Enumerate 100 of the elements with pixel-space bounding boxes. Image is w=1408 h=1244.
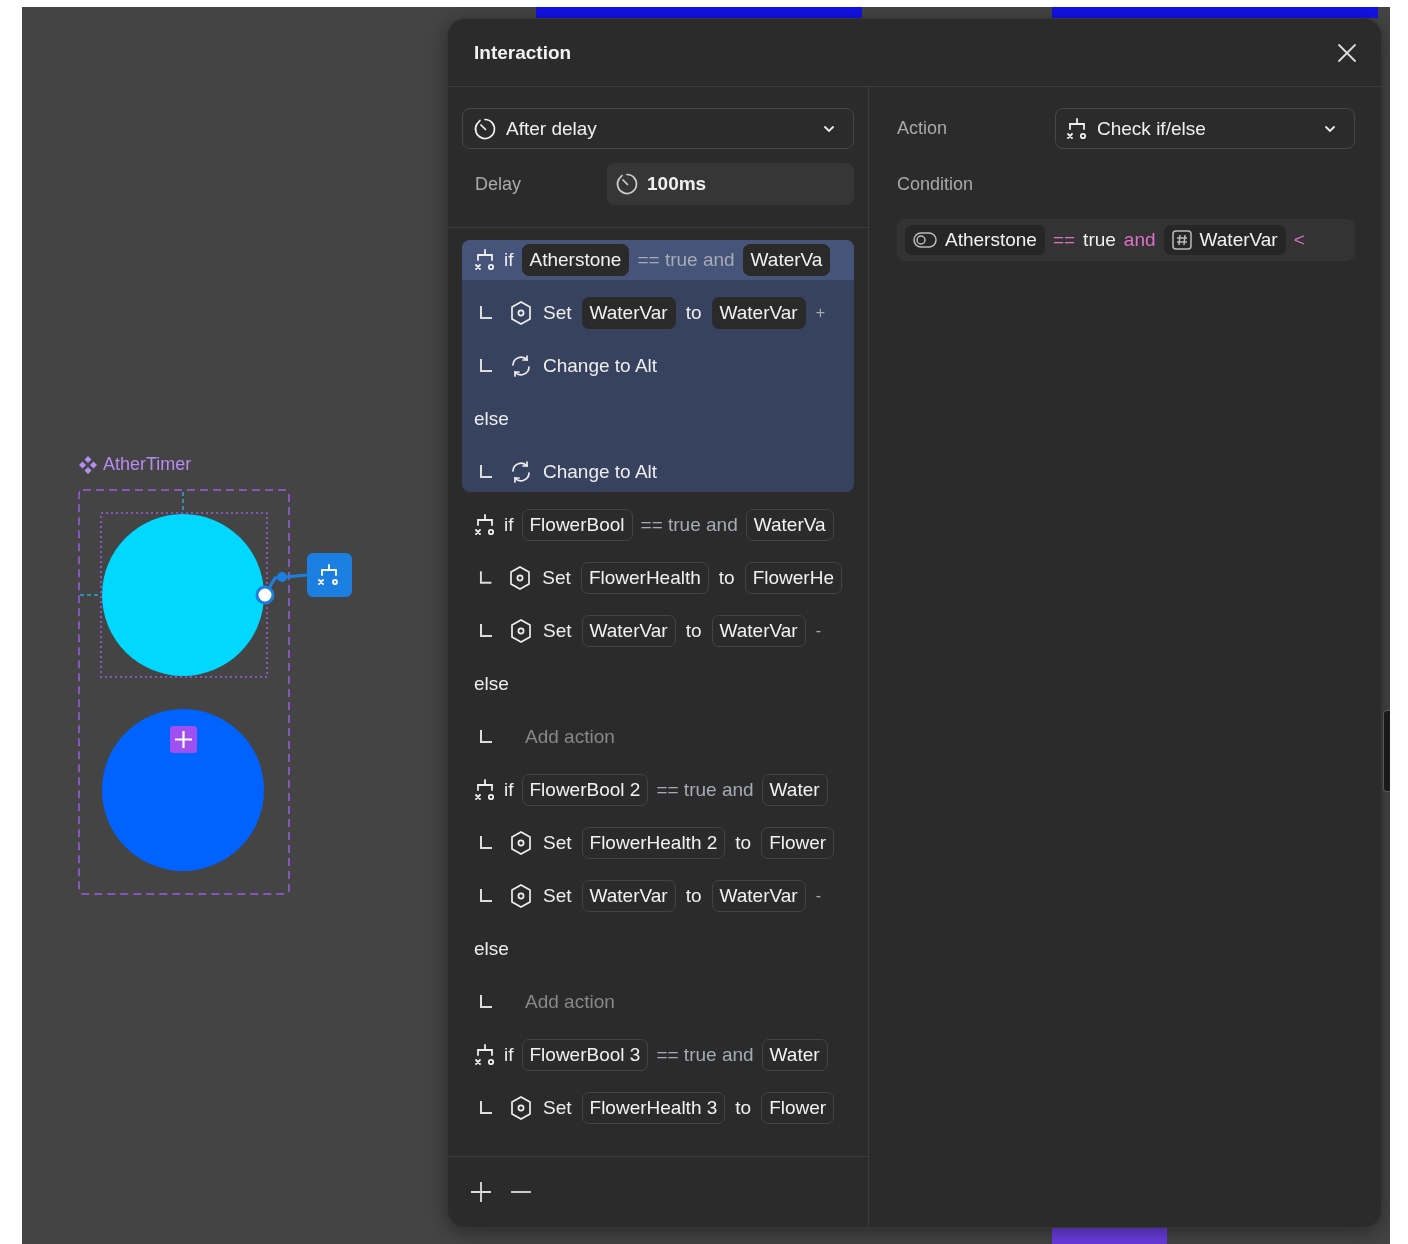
variable-chip[interactable]: FlowerHe <box>744 562 842 594</box>
toggle-icon <box>913 232 937 248</box>
variable-chip[interactable]: Water <box>761 1039 828 1071</box>
condition-block[interactable]: if FlowerBool 3 == true and Water Set FlowerHealth 3 to Flower <box>462 1035 854 1128</box>
branch-icon <box>1066 116 1088 141</box>
variable-chip[interactable]: Atherstone <box>521 244 630 276</box>
variable-chip[interactable]: Atherstone <box>905 225 1045 255</box>
else-keyword: else <box>474 673 509 695</box>
if-keyword: if <box>504 1044 514 1066</box>
set-keyword: Set <box>542 567 571 589</box>
branch-icon <box>474 248 496 272</box>
if-keyword: if <box>504 779 514 801</box>
condition-block[interactable]: if FlowerBool == true and WaterVa Set FlowerHealth to FlowerHe Set WaterVar to WaterVar - else Add action <box>462 505 854 757</box>
branch-icon <box>474 513 496 537</box>
action-dropdown[interactable]: Check if/else <box>1055 108 1355 149</box>
remove-button[interactable] <box>508 1189 534 1195</box>
operator-text: + <box>815 304 825 322</box>
variable-chip[interactable]: Flower <box>761 1092 835 1124</box>
operator-text: == true and <box>640 514 738 536</box>
if-keyword: if <box>504 249 514 271</box>
to-keyword: to <box>685 885 702 907</box>
operator-text: and <box>1123 229 1156 251</box>
to-keyword: to <box>718 567 735 589</box>
variable-chip[interactable]: WaterVar <box>581 880 676 912</box>
add-button[interactable] <box>468 1179 494 1205</box>
operator-text: - <box>815 622 821 640</box>
branch-line-icon <box>479 358 493 374</box>
variable-chip[interactable]: Flower <box>761 827 835 859</box>
operator-text: == true and <box>656 779 754 801</box>
hexagon-icon <box>509 883 533 909</box>
chevron-down-icon <box>823 124 835 133</box>
trigger-dropdown[interactable]: After delay <box>462 108 854 149</box>
branch-line-icon <box>479 729 493 745</box>
hexagon-icon <box>509 300 533 326</box>
variable-chip[interactable]: WaterVar <box>1163 225 1286 255</box>
condition-expression[interactable]: Atherstone == true and WaterVar < <box>897 219 1355 261</box>
variable-chip[interactable]: FlowerHealth 2 <box>581 827 726 859</box>
branch-line-icon <box>479 1100 493 1116</box>
set-keyword: Set <box>543 620 572 642</box>
operator-text: - <box>815 887 821 905</box>
set-keyword: Set <box>543 1097 572 1119</box>
set-keyword: Set <box>543 832 572 854</box>
variable-chip[interactable]: FlowerBool 2 <box>521 774 649 806</box>
action-label[interactable]: Change to Alt <box>543 461 658 483</box>
add-action-link[interactable]: Add action <box>509 726 615 748</box>
timer-icon <box>473 116 497 141</box>
chevron-down-icon <box>1324 124 1336 133</box>
hexagon-icon <box>509 1095 533 1121</box>
action-label[interactable]: Change to Alt <box>543 355 658 377</box>
if-keyword: if <box>504 514 514 536</box>
component-label[interactable]: AtherTimer <box>103 454 192 475</box>
variable-chip[interactable]: WaterVar <box>711 615 806 647</box>
variable-chip[interactable]: WaterVa <box>742 244 831 276</box>
to-keyword: to <box>735 1097 752 1119</box>
variable-chip[interactable]: FlowerHealth <box>580 562 709 594</box>
field-label: Condition <box>897 173 975 195</box>
branch-line-icon <box>479 888 493 904</box>
branch-node[interactable] <box>307 553 352 597</box>
branch-line-icon <box>479 994 493 1010</box>
variable-chip[interactable]: WaterVa <box>745 509 834 541</box>
close-icon <box>1337 42 1357 63</box>
branch-line-icon <box>479 305 493 321</box>
to-keyword: to <box>735 832 752 854</box>
panel-title: Interaction <box>474 41 572 64</box>
variable-chip[interactable]: FlowerBool 3 <box>521 1039 649 1071</box>
branch-icon <box>474 778 496 802</box>
variable-chip[interactable]: WaterVar <box>581 297 676 329</box>
operator-text: == true and <box>637 249 735 271</box>
variable-chip[interactable]: WaterVar <box>581 615 676 647</box>
value-text: true <box>1083 229 1116 251</box>
operator-text: == true and <box>656 1044 754 1066</box>
field-label: Action <box>897 118 949 139</box>
refresh-icon <box>509 460 533 484</box>
hexagon-icon <box>508 565 533 591</box>
hash-icon <box>1171 230 1192 250</box>
timer-icon <box>615 172 639 196</box>
branch-line-icon <box>479 835 493 851</box>
branch-line-icon <box>479 570 493 586</box>
add-action-link[interactable]: Add action <box>509 991 615 1013</box>
condition-block[interactable]: if FlowerBool 2 == true and Water Set FlowerHealth 2 to Flower Set WaterVar to WaterVar - else Add action <box>462 770 854 1022</box>
add-icon[interactable] <box>170 726 197 753</box>
variable-chip[interactable]: WaterVar <box>711 880 806 912</box>
variable-chip[interactable]: WaterVar <box>711 297 806 329</box>
variable-chip[interactable]: Water <box>761 774 828 806</box>
else-keyword: else <box>474 408 509 430</box>
scrollbar[interactable] <box>1383 710 1390 792</box>
minus-icon <box>510 1191 532 1193</box>
set-keyword: Set <box>543 302 572 324</box>
branch-line-icon <box>479 623 493 639</box>
to-keyword: to <box>685 620 702 642</box>
delay-field[interactable]: 100ms <box>607 163 854 205</box>
component-icon <box>79 455 97 474</box>
branch-icon <box>474 1043 496 1067</box>
hexagon-icon <box>509 618 533 644</box>
variable-chip[interactable]: FlowerBool <box>521 509 633 541</box>
operator-text: == <box>1052 229 1076 251</box>
set-keyword: Set <box>543 885 572 907</box>
hexagon-icon <box>509 830 533 856</box>
variable-chip[interactable]: FlowerHealth 3 <box>581 1092 726 1124</box>
connector-drawing[interactable] <box>255 572 308 605</box>
